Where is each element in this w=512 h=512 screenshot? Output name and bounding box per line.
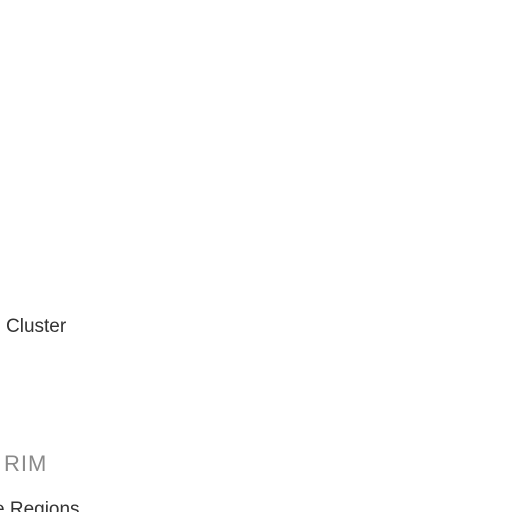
page: Cluster RIM e Regions	[0, 0, 512, 512]
menu-item-regions[interactable]: e Regions	[0, 499, 80, 512]
section-heading-rim: RIM	[4, 451, 48, 476]
menu-item-cluster[interactable]: Cluster	[6, 316, 66, 338]
